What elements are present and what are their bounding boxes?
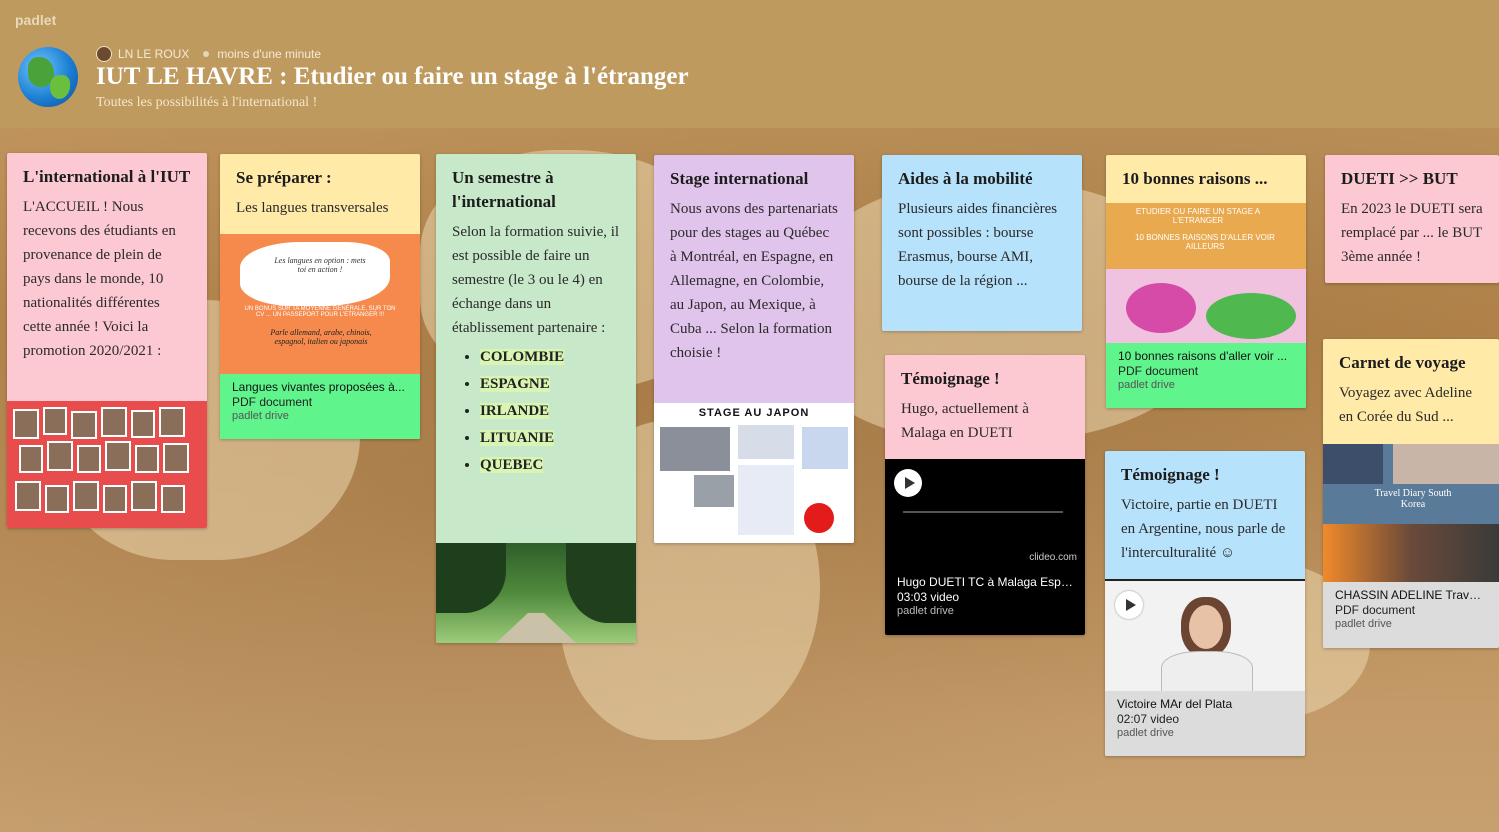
card-title: 10 bonnes raisons ... bbox=[1122, 169, 1268, 188]
card-title: Témoignage ! bbox=[1121, 465, 1220, 484]
play-icon[interactable] bbox=[1115, 591, 1143, 619]
card-body: Selon la formation suivie, il est possib… bbox=[452, 224, 620, 336]
padlet-logo[interactable]: padlet bbox=[15, 12, 56, 28]
card-10-bonnes-raisons[interactable]: 10 bonnes raisons ... ETUDIER OU FAIRE U… bbox=[1106, 155, 1306, 408]
card-title: Carnet de voyage bbox=[1339, 353, 1466, 372]
video-attachment[interactable]: Hugo DUETI TC à Malaga Espa... 03:03 vid… bbox=[885, 569, 1085, 635]
attachment-kind: PDF document bbox=[1118, 364, 1199, 378]
attachment-title: CHASSIN ADELINE Travel Diary bbox=[1335, 588, 1487, 602]
padlet-header: padlet LN LE ROUX moins d'une minute IUT… bbox=[0, 0, 1499, 128]
card-body: L'ACCUEIL ! Nous recevons des étudiants … bbox=[23, 199, 176, 359]
promo-photo-collage[interactable] bbox=[7, 401, 207, 528]
card-title: DUETI >> BUT bbox=[1341, 169, 1458, 188]
post-meta: LN LE ROUX moins d'une minute bbox=[96, 46, 321, 62]
attachment-source: padlet drive bbox=[232, 410, 289, 422]
card-body: Les langues transversales bbox=[236, 200, 389, 216]
card-body: Voyagez avec Adeline en Corée du Sud ... bbox=[1339, 385, 1473, 425]
pdf-attachment[interactable]: 10 bonnes raisons d'aller voir ... PDF d… bbox=[1106, 343, 1306, 408]
poster-text: UN BONUS SUR TA MOYENNE GÉNÉRALE, SUR TO… bbox=[244, 306, 396, 318]
poster-langs: Parle allemand, arabe, chinois, espagnol… bbox=[270, 328, 372, 346]
attachment-title: Hugo DUETI TC à Malaga Espa... bbox=[897, 575, 1073, 589]
avatar[interactable] bbox=[96, 46, 112, 62]
card-aides-mobilite[interactable]: Aides à la mobilité Plusieurs aides fina… bbox=[882, 155, 1082, 331]
card-body: Hugo, actuellement à Malaga en DUETI bbox=[901, 401, 1029, 441]
attachment-kind: 03:03 video bbox=[897, 590, 960, 604]
langues-poster-image[interactable]: Les langues en option : mets toi en acti… bbox=[220, 234, 420, 374]
attachment-source: padlet drive bbox=[1118, 379, 1175, 391]
attachment-title: Langues vivantes proposées à... bbox=[232, 380, 405, 394]
card-se-preparer[interactable]: Se préparer : Les langues transversales … bbox=[220, 154, 420, 439]
video-watermark: clideo.com bbox=[1029, 552, 1077, 563]
stage-japon-image[interactable]: STAGE AU JAPON bbox=[654, 403, 854, 543]
card-title: Se préparer : bbox=[236, 168, 332, 187]
list-item: IRLANDE bbox=[480, 398, 620, 425]
attachment-kind: PDF document bbox=[232, 395, 313, 409]
card-semestre[interactable]: Un semestre à l'international Selon la f… bbox=[436, 154, 636, 643]
card-body: Victoire, partie en DUETI en Argentine, … bbox=[1121, 497, 1286, 561]
page-title: IUT LE HAVRE : Etudier ou faire un stage… bbox=[96, 63, 689, 90]
play-icon[interactable] bbox=[894, 469, 922, 497]
list-item: LITUANIE bbox=[480, 425, 620, 452]
video-attachment[interactable]: Victoire MAr del Plata 02:07 video padle… bbox=[1105, 691, 1305, 756]
attachment-kind: PDF document bbox=[1335, 603, 1416, 617]
attachment-kind: 02:07 video bbox=[1117, 712, 1180, 726]
park-photo[interactable] bbox=[436, 543, 636, 643]
card-body: Nous avons des partenariats pour des sta… bbox=[670, 201, 838, 361]
poster-line2: 10 BONNES RAISONS D'ALLER VOIR AILLEURS bbox=[1135, 233, 1275, 251]
card-carnet-voyage[interactable]: Carnet de voyage Voyagez avec Adeline en… bbox=[1323, 339, 1499, 648]
pdf-attachment[interactable]: Langues vivantes proposées à... PDF docu… bbox=[220, 374, 420, 439]
card-body: Plusieurs aides financières sont possibl… bbox=[898, 201, 1058, 289]
separator-dot bbox=[203, 51, 210, 57]
raisons-poster-image[interactable]: ETUDIER OU FAIRE UN STAGE A L'ETRANGER 1… bbox=[1106, 203, 1306, 343]
card-title: Un semestre à l'international bbox=[452, 168, 556, 211]
pdf-attachment[interactable]: CHASSIN ADELINE Travel Diary PDF documen… bbox=[1323, 582, 1499, 648]
card-temoignage-hugo[interactable]: Témoignage ! Hugo, actuellement à Malaga… bbox=[885, 355, 1085, 635]
list-item: ESPAGNE bbox=[480, 371, 620, 398]
partner-country-list: COLOMBIE ESPAGNE IRLANDE LITUANIE QUEBEC bbox=[436, 340, 636, 479]
attachment-title: Victoire MAr del Plata bbox=[1117, 697, 1233, 711]
author-name[interactable]: LN LE ROUX bbox=[118, 47, 189, 61]
card-stage-international[interactable]: Stage international Nous avons des parte… bbox=[654, 155, 854, 543]
video-thumbnail[interactable] bbox=[1105, 579, 1305, 691]
video-thumbnail[interactable]: clideo.com bbox=[885, 459, 1085, 569]
poster-caption: Les langues en option : mets toi en acti… bbox=[274, 256, 366, 274]
travel-diary-image[interactable]: Travel Diary South Korea bbox=[1323, 444, 1499, 582]
globe-icon bbox=[18, 47, 78, 107]
last-updated: moins d'une minute bbox=[217, 47, 322, 61]
list-item: COLOMBIE bbox=[480, 344, 620, 371]
card-body: En 2023 le DUETI sera remplacé par ... l… bbox=[1341, 201, 1483, 265]
card-dueti-but[interactable]: DUETI >> BUT En 2023 le DUETI sera rempl… bbox=[1325, 155, 1499, 283]
card-title: Témoignage ! bbox=[901, 369, 1000, 388]
poster-line1: ETUDIER OU FAIRE UN STAGE A L'ETRANGER bbox=[1135, 207, 1261, 225]
attachment-source: padlet drive bbox=[897, 605, 954, 617]
card-title: Aides à la mobilité bbox=[898, 169, 1033, 188]
page-subtitle: Toutes les possibilités à l'internationa… bbox=[96, 95, 318, 110]
card-temoignage-victoire[interactable]: Témoignage ! Victoire, partie en DUETI e… bbox=[1105, 451, 1305, 756]
attachment-source: padlet drive bbox=[1335, 618, 1392, 630]
card-international[interactable]: L'international à l'IUT L'ACCUEIL ! Nous… bbox=[7, 153, 207, 528]
card-title: Stage international bbox=[670, 169, 809, 188]
image-title: STAGE AU JAPON bbox=[698, 407, 810, 419]
attachment-title: 10 bonnes raisons d'aller voir ... bbox=[1118, 349, 1288, 363]
card-title: L'international à l'IUT bbox=[23, 167, 191, 186]
attachment-source: padlet drive bbox=[1117, 727, 1174, 739]
diary-title: Travel Diary South Korea bbox=[1374, 488, 1452, 510]
list-item: QUEBEC bbox=[480, 452, 620, 479]
